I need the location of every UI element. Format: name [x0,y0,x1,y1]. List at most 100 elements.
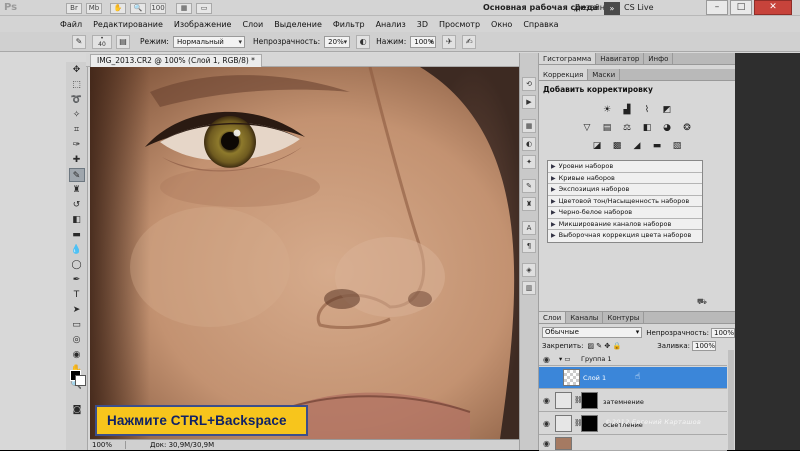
menu-item[interactable]: Окно [491,20,512,29]
exposure-icon[interactable]: ◩ [660,104,674,116]
tab-paths[interactable]: Контуры [603,312,645,323]
selective-color-icon[interactable]: ▧ [670,140,684,152]
curves-icon[interactable]: ⌇ [640,104,654,116]
eye-icon[interactable]: ◉ [543,439,550,448]
preset-item[interactable]: ▶ Кривые наборов [548,173,702,184]
canvas[interactable] [90,67,526,439]
tab-navigator[interactable]: Навигатор [596,53,645,64]
preset-item[interactable]: ▶ Черно-белое наборов [548,207,702,219]
lasso-tool-icon[interactable]: ➰ [69,93,85,107]
layers-scrollbar[interactable] [728,350,734,450]
clip-icon[interactable]: ⛟ [697,297,707,306]
invert-icon[interactable]: ◪ [590,140,604,152]
layer-opacity-input[interactable]: 100% [711,327,735,338]
eye-icon[interactable]: ◉ [543,419,550,428]
screen-mode-button[interactable]: ▭ [196,3,212,14]
close-button[interactable]: ✕ [754,0,792,15]
layer-row[interactable]: ◉ ⛓ затемнение [539,390,727,412]
workspace-design[interactable]: Дизайн [574,3,605,12]
menu-item[interactable]: 3D [417,20,428,29]
eyedropper-tool-icon[interactable]: ✑ [69,138,85,152]
paragraph-panel-icon[interactable]: ¶ [522,239,536,253]
fill-input[interactable]: 100% [692,340,717,351]
menu-item[interactable]: Справка [523,20,558,29]
measure-panel-icon[interactable]: ▥ [522,281,536,295]
3d-rotate-tool-icon[interactable]: ◎ [69,333,85,347]
menu-item[interactable]: Просмотр [439,20,480,29]
gradient-tool-icon[interactable]: ▬ [69,228,85,242]
document-tab[interactable]: IMG_2013.CR2 @ 100% (Слой 1, RGB/8) * [90,54,262,67]
layer-row-group[interactable]: ◉ ▾ ▭ Группа 1 [539,352,727,366]
tab-info[interactable]: Инфо [644,53,674,64]
menu-item[interactable]: Слои [242,20,263,29]
menu-item[interactable]: Анализ [376,20,406,29]
airbrush-icon[interactable]: ✈ [442,34,457,49]
history-brush-tool-icon[interactable]: ↺ [69,198,85,212]
3d-panel-icon[interactable]: ◈ [522,263,536,277]
path-select-tool-icon[interactable]: ➤ [69,303,85,317]
crop-tool-icon[interactable]: ⌗ [69,123,85,137]
background-color-swatch[interactable] [75,375,86,386]
color-panel-icon[interactable]: ◐ [522,137,536,151]
move-tool-icon[interactable]: ✥ [69,63,85,77]
menu-item[interactable]: Изображение [174,20,232,29]
layer-row-background[interactable]: ◉ [539,436,727,451]
swatches-panel-icon[interactable]: ▦ [522,119,536,133]
levels-icon[interactable]: ▟ [620,104,634,116]
hand-view-button[interactable]: ✋ [110,3,126,14]
menu-item[interactable]: Файл [60,20,82,29]
type-tool-icon[interactable]: T [69,288,85,302]
minimize-button[interactable]: – [706,0,728,15]
preset-item[interactable]: ▶ Микширование каналов наборов [548,219,702,230]
shape-tool-icon[interactable]: ▭ [69,318,85,332]
color-balance-icon[interactable]: ⚖ [620,122,634,134]
menu-item[interactable]: Фильтр [333,20,365,29]
3d-orbit-tool-icon[interactable]: ◉ [69,348,85,362]
preset-item[interactable]: ▶ Уровни наборов [548,161,702,173]
tab-histogram[interactable]: Гистограмма [539,53,597,64]
layer-row-selected[interactable]: Слой 1 ☝ [539,367,727,389]
vibrance-icon[interactable]: ▽ [580,122,594,134]
actions-panel-icon[interactable]: ▶ [522,95,536,109]
eye-icon[interactable]: ◉ [543,396,550,405]
blend-mode-select[interactable]: Обычные [542,327,643,338]
clone-source-icon[interactable]: ♜ [522,197,536,211]
arrange-docs-button[interactable]: ▦ [176,3,192,14]
preset-item[interactable]: ▶ Выборочная коррекция цвета наборов [548,230,702,242]
pressure-input[interactable]: 100% [410,35,437,48]
eye-icon[interactable]: ◉ [543,355,550,364]
brightness-icon[interactable]: ☀ [600,104,614,116]
zoom-view-button[interactable]: 🔍 [130,3,146,14]
quick-mask-icon[interactable]: ◙ [69,403,85,417]
quick-select-tool-icon[interactable]: ✧ [69,108,85,122]
minibridge-button[interactable]: Mb [86,3,102,14]
lock-icons[interactable]: ▨ ✎ ✥ 🔒 [587,342,621,350]
channel-mixer-icon[interactable]: ❂ [680,122,694,134]
bridge-button[interactable]: Br [66,3,82,14]
tablet-pressure-icon[interactable]: ✍ [462,34,477,49]
preset-item[interactable]: ▶ Цветовой тон/Насыщенность наборов [548,196,702,207]
styles-panel-icon[interactable]: ✦ [522,155,536,169]
blur-tool-icon[interactable]: 💧 [69,243,85,257]
healing-brush-tool-icon[interactable]: ✚ [69,153,85,167]
maximize-button[interactable]: □ [730,0,752,15]
brush-panel-icon[interactable]: ✎ [522,179,536,193]
menu-item[interactable]: Редактирование [93,20,163,29]
brush-tool-icon[interactable]: ✎ [68,168,85,182]
zoom-level-button[interactable]: 100 [150,3,166,14]
tab-adjustments[interactable]: Коррекция [539,69,589,80]
brush-tool-icon[interactable]: ✎ [72,34,86,49]
opacity-input[interactable]: 20% [324,35,351,48]
eraser-tool-icon[interactable]: ◧ [69,213,85,227]
pressure-opacity-icon[interactable]: ◐ [356,34,371,49]
brush-panel-icon[interactable]: ▤ [116,34,130,49]
more-workspaces-button[interactable]: » [604,2,620,15]
history-panel-icon[interactable]: ⟲ [522,77,536,91]
gradient-map-icon[interactable]: ▬ [650,140,664,152]
threshold-icon[interactable]: ◢ [630,140,644,152]
character-panel-icon[interactable]: A [522,221,536,235]
brush-preset-picker[interactable]: • 40 [92,34,112,49]
dodge-tool-icon[interactable]: ◯ [69,258,85,272]
black-white-icon[interactable]: ◧ [640,122,654,134]
posterize-icon[interactable]: ▩ [610,140,624,152]
